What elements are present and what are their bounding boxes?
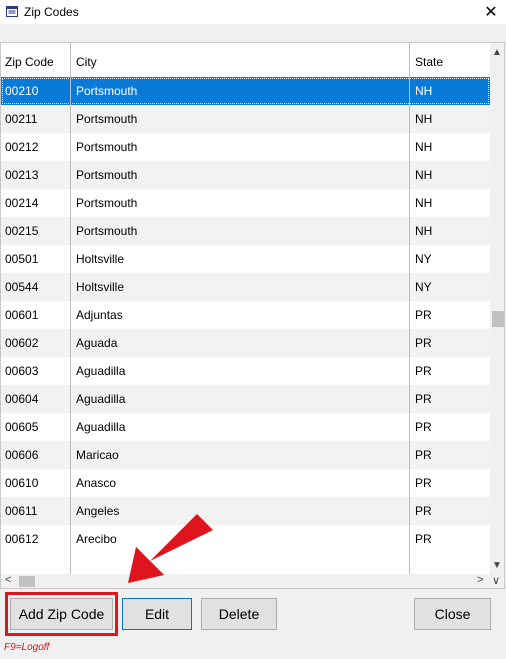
city-cell: Portsmouth xyxy=(76,224,138,238)
table-row[interactable]: 00611 Angeles PR xyxy=(1,497,490,525)
city-cell: Portsmouth xyxy=(76,196,138,210)
city-cell: Portsmouth xyxy=(76,84,138,98)
scroll-down-corner-icon[interactable]: ∨ xyxy=(492,574,500,587)
state-cell: PR xyxy=(415,420,432,434)
zip-code-cell: 00544 xyxy=(5,280,39,294)
city-cell: Holtsville xyxy=(76,252,125,266)
table-row[interactable]: 00612 Arecibo PR xyxy=(1,525,490,553)
city-cell: Holtsville xyxy=(76,280,125,294)
zip-code-cell: 00602 xyxy=(5,336,39,350)
column-divider xyxy=(70,43,71,574)
zip-code-cell: 00611 xyxy=(5,504,38,518)
state-cell: NY xyxy=(415,252,432,266)
grid-header: Zip Code City State xyxy=(1,43,490,77)
horizontal-scrollbar[interactable]: < > ∨ xyxy=(1,574,504,588)
state-cell: PR xyxy=(415,392,432,406)
zip-code-cell: 00606 xyxy=(5,448,39,462)
close-button[interactable]: Close xyxy=(414,598,491,630)
table-row[interactable]: 00544 Holtsville NY xyxy=(1,273,490,301)
table-row[interactable]: 00215 Portsmouth NH xyxy=(1,217,490,245)
city-cell: Arecibo xyxy=(76,532,117,546)
state-cell: PR xyxy=(415,476,432,490)
city-cell: Portsmouth xyxy=(76,140,138,154)
city-cell: Portsmouth xyxy=(76,168,138,182)
window-title: Zip Codes xyxy=(24,5,79,19)
state-cell: PR xyxy=(415,308,432,322)
table-row[interactable]: 00606 Maricao PR xyxy=(1,441,490,469)
state-cell: PR xyxy=(415,336,432,350)
zip-code-grid[interactable]: Zip Code City State 00210 Portsmouth NH 002… xyxy=(0,42,505,589)
city-cell: Angeles xyxy=(76,504,120,518)
state-cell: NH xyxy=(415,224,433,238)
highlight-box xyxy=(5,592,118,636)
state-cell: NH xyxy=(415,140,433,154)
city-cell: Aguada xyxy=(76,336,118,350)
delete-button[interactable]: Delete xyxy=(201,598,277,630)
zip-code-cell: 00603 xyxy=(5,364,39,378)
state-cell: NH xyxy=(415,112,433,126)
state-cell: NY xyxy=(415,280,432,294)
table-row[interactable]: 00610 Anasco PR xyxy=(1,469,490,497)
column-header-zip-code[interactable]: Zip Code xyxy=(5,55,54,69)
grid-rows: 00210 Portsmouth NH 00211 Portsmouth NH 00212 P… xyxy=(1,77,490,553)
scroll-up-icon[interactable]: ▲ xyxy=(492,47,502,58)
state-cell: NH xyxy=(415,168,433,182)
vertical-scroll-thumb[interactable] xyxy=(492,311,504,327)
app-window-icon xyxy=(6,6,18,17)
zip-code-cell: 00210 xyxy=(5,84,39,98)
table-row[interactable]: 00210 Portsmouth NH xyxy=(1,77,490,105)
zip-code-cell: 00501 xyxy=(5,252,39,266)
city-cell: Adjuntas xyxy=(76,308,123,322)
zip-code-cell: 00214 xyxy=(5,196,39,210)
column-divider xyxy=(409,43,410,574)
table-row[interactable]: 00605 Aguadilla PR xyxy=(1,413,490,441)
state-cell: PR xyxy=(415,448,432,462)
scroll-down-icon[interactable]: ▼ xyxy=(492,560,502,571)
zip-code-cell: 00215 xyxy=(5,224,39,238)
table-row[interactable]: 00604 Aguadilla PR xyxy=(1,385,490,413)
zip-code-cell: 00605 xyxy=(5,420,39,434)
table-row[interactable]: 00601 Adjuntas PR xyxy=(1,301,490,329)
city-cell: Anasco xyxy=(76,476,117,490)
zip-code-cell: 00610 xyxy=(5,476,39,490)
zip-code-cell: 00604 xyxy=(5,392,39,406)
zip-code-cell: 00212 xyxy=(5,140,39,154)
close-icon[interactable]: ✕ xyxy=(476,0,506,24)
column-header-city[interactable]: City xyxy=(76,55,97,69)
zip-code-cell: 00601 xyxy=(5,308,39,322)
city-cell: Maricao xyxy=(76,448,119,462)
city-cell: Portsmouth xyxy=(76,112,138,126)
table-row[interactable]: 00213 Portsmouth NH xyxy=(1,161,490,189)
scroll-right-icon[interactable]: > xyxy=(477,574,483,586)
zip-code-cell: 00612 xyxy=(5,532,39,546)
scroll-left-icon[interactable]: < xyxy=(5,574,11,586)
table-row[interactable]: 00603 Aguadilla PR xyxy=(1,357,490,385)
state-cell: NH xyxy=(415,196,433,210)
edit-button[interactable]: Edit xyxy=(122,598,192,630)
table-row[interactable]: 00501 Holtsville NY xyxy=(1,245,490,273)
column-header-state[interactable]: State xyxy=(415,55,443,69)
state-cell: PR xyxy=(415,532,432,546)
state-cell: NH xyxy=(415,84,433,98)
zip-code-cell: 00213 xyxy=(5,168,39,182)
table-row[interactable]: 00212 Portsmouth NH xyxy=(1,133,490,161)
state-cell: PR xyxy=(415,364,432,378)
title-bar: Zip Codes ✕ xyxy=(0,0,506,24)
state-cell: PR xyxy=(415,504,432,518)
city-cell: Aguadilla xyxy=(76,392,126,406)
table-row[interactable]: 00214 Portsmouth NH xyxy=(1,189,490,217)
table-row[interactable]: 00602 Aguada PR xyxy=(1,329,490,357)
horizontal-scroll-thumb[interactable] xyxy=(19,576,35,587)
city-cell: Aguadilla xyxy=(76,364,126,378)
city-cell: Aguadilla xyxy=(76,420,126,434)
zip-code-cell: 00211 xyxy=(5,112,38,126)
vertical-scrollbar[interactable]: ▲ ▼ xyxy=(490,43,504,574)
table-row[interactable]: 00211 Portsmouth NH xyxy=(1,105,490,133)
f9-logoff-hint: F9=Logoff xyxy=(4,642,50,653)
